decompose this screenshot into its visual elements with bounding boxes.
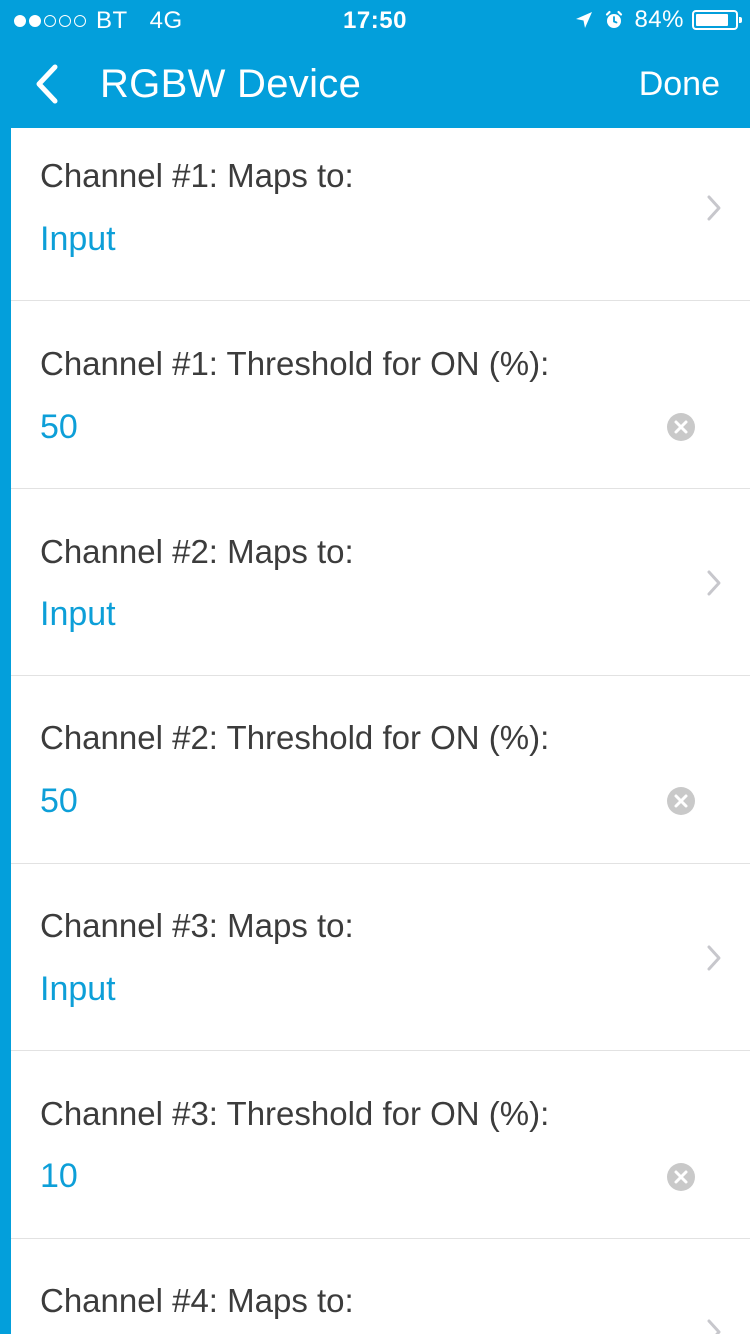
back-button[interactable]	[22, 58, 70, 110]
setting-input-value[interactable]: 50	[40, 406, 78, 448]
setting-row-channel-2-maps-to[interactable]: Channel #2: Maps to: Input	[11, 489, 750, 676]
setting-value: Input	[40, 595, 116, 633]
chevron-right-icon	[707, 195, 721, 221]
chevron-right-icon	[707, 570, 721, 596]
chevron-left-icon	[36, 64, 58, 104]
clear-icon[interactable]	[666, 412, 696, 442]
settings-list[interactable]: Channel #1: Maps to: Input Channel #1: T…	[0, 128, 750, 1334]
setting-label: Channel #3: Maps to:	[40, 907, 354, 944]
setting-input-value[interactable]: 50	[40, 780, 78, 822]
setting-label: Channel #4: Maps to:	[40, 1282, 354, 1319]
setting-value: Input	[40, 970, 116, 1008]
clear-icon[interactable]	[666, 1162, 696, 1192]
setting-label: Channel #1: Threshold for ON (%):	[40, 345, 550, 382]
setting-label: Channel #2: Threshold for ON (%):	[40, 719, 550, 756]
chevron-right-icon	[707, 1319, 721, 1334]
navigation-bar: RGBW Device Done	[0, 40, 750, 128]
chevron-right-icon	[707, 945, 721, 971]
setting-row-channel-4-maps-to[interactable]: Channel #4: Maps to:	[11, 1239, 750, 1334]
status-bar: BT 4G 17:50 84%	[0, 0, 750, 40]
setting-row-channel-3-threshold[interactable]: Channel #3: Threshold for ON (%): 10	[11, 1051, 750, 1239]
setting-label: Channel #1: Maps to:	[40, 157, 354, 194]
done-button[interactable]: Done	[639, 62, 720, 106]
clear-icon[interactable]	[666, 786, 696, 816]
battery-nub	[739, 17, 742, 23]
setting-value: Input	[40, 220, 116, 258]
setting-row-channel-1-threshold[interactable]: Channel #1: Threshold for ON (%): 50	[11, 301, 750, 489]
setting-row-channel-1-maps-to[interactable]: Channel #1: Maps to: Input	[11, 128, 750, 301]
setting-label: Channel #2: Maps to:	[40, 533, 354, 570]
setting-row-channel-2-threshold[interactable]: Channel #2: Threshold for ON (%): 50	[11, 676, 750, 864]
page-title: RGBW Device	[100, 62, 362, 106]
location-arrow-icon	[576, 12, 593, 28]
accent-bar	[0, 128, 11, 1334]
battery-percent: 84%	[634, 6, 684, 33]
battery-fill	[696, 14, 728, 26]
setting-input-value[interactable]: 10	[40, 1155, 78, 1197]
status-right: 84%	[574, 6, 742, 34]
alarm-clock-icon	[606, 10, 623, 28]
battery-icon	[692, 10, 742, 30]
setting-label: Channel #3: Threshold for ON (%):	[40, 1095, 550, 1132]
setting-row-channel-3-maps-to[interactable]: Channel #3: Maps to: Input	[11, 864, 750, 1051]
